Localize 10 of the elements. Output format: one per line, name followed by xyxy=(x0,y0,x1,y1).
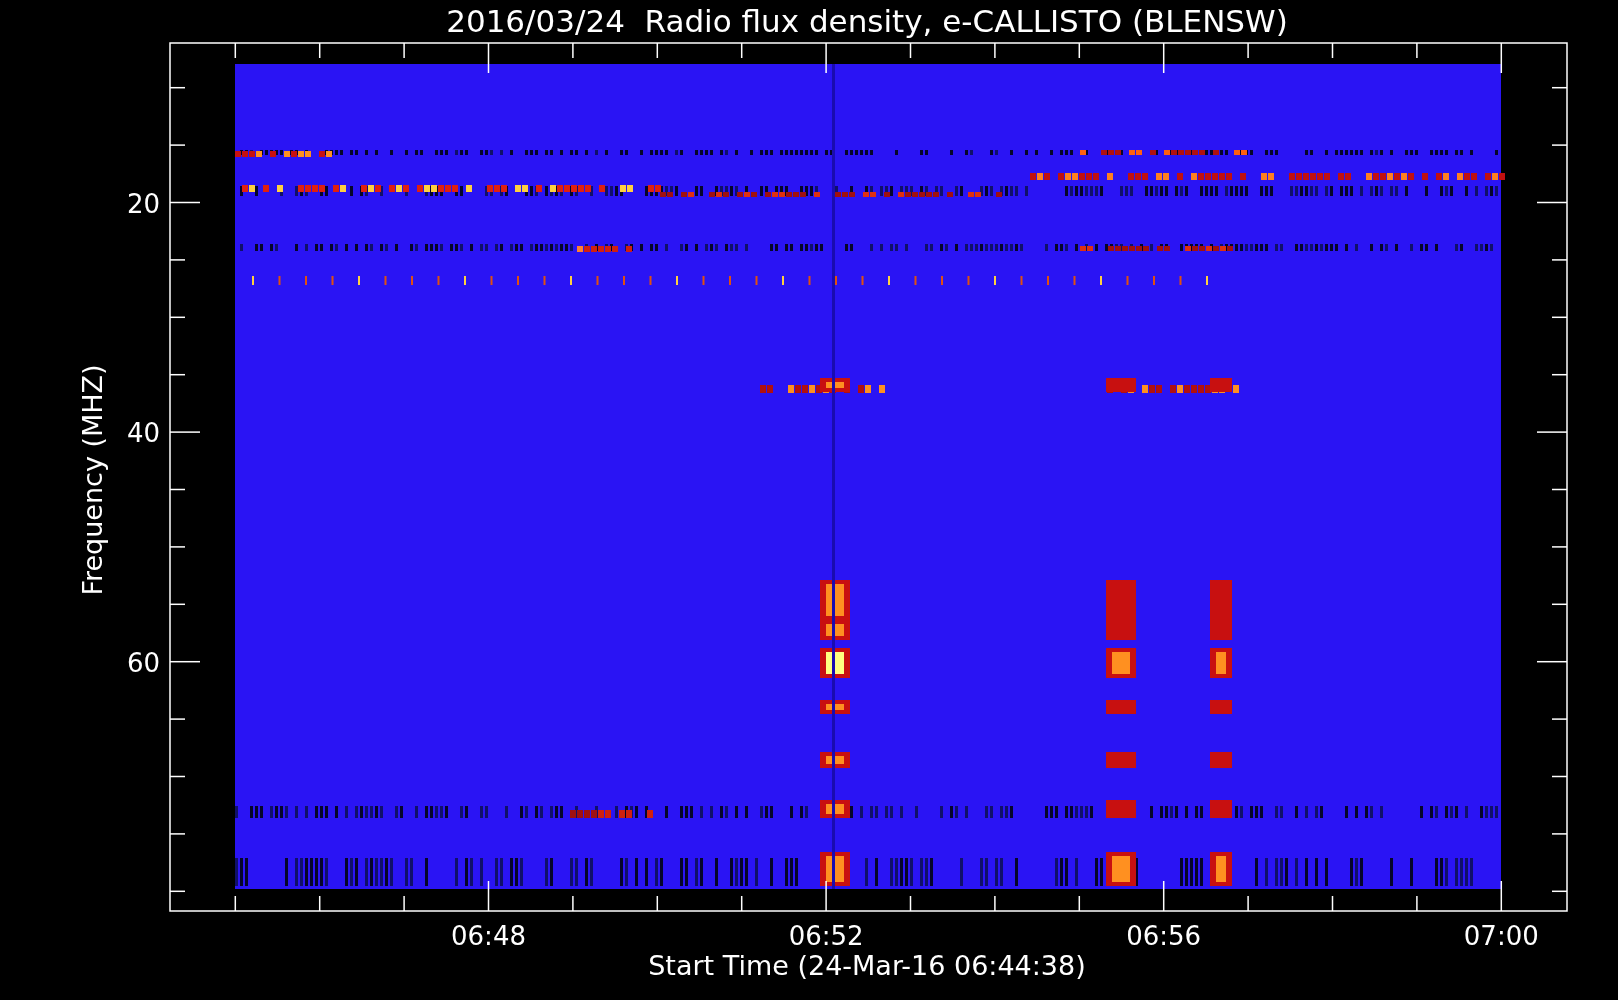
x-tick-label: 06:52 xyxy=(788,921,864,951)
x-tick-label: 06:56 xyxy=(1126,921,1202,951)
x-tick-label: 06:48 xyxy=(451,921,526,951)
x-axis-label: Start Time (24-Mar-16 06:44:38) xyxy=(648,950,1086,981)
chart-title: 2016/03/24 Radio flux density, e-CALLISTO (BLENSW) xyxy=(446,3,1288,39)
y-tick-label: 40 xyxy=(126,418,160,449)
y-axis-label: Frequency (MHZ) xyxy=(77,364,108,596)
x-tick-label: 07:00 xyxy=(1463,921,1539,951)
y-tick-label: 60 xyxy=(126,647,160,678)
y-tick-label: 20 xyxy=(126,188,160,219)
